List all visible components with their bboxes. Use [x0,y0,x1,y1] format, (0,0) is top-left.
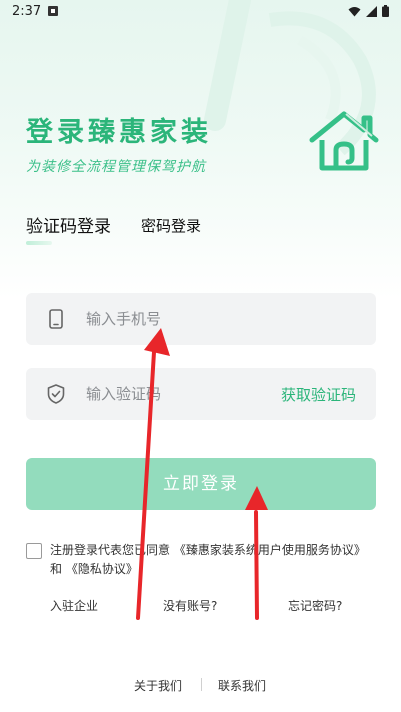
status-time: 2:37 [12,4,42,19]
phone-field[interactable] [26,293,376,345]
user-agreement-link[interactable]: 《臻惠家装系统用户使用服务协议》 [174,543,366,557]
privacy-policy-link[interactable]: 《隐私协议》 [66,562,138,576]
phone-input[interactable] [86,293,356,345]
about-link[interactable]: 关于我们 [134,677,182,694]
login-button[interactable]: 立即登录 [26,458,376,510]
login-screen: 2:37 登录臻惠家装 为装修全流程管理保驾护航 验证码登录 密码登录 输入手机… [0,0,401,712]
status-bar: 2:37 [0,0,401,24]
wifi-icon [348,6,361,16]
agreement-text: 注册登录代表您已同意 《臻惠家装系统用户使用服务协议》 和 《隐私协议》 [50,541,370,579]
battery-icon [382,5,389,17]
page-subtitle: 为装修全流程管理保驾护航 [26,159,206,175]
signal-icon [366,5,377,17]
tab-sms-login[interactable]: 验证码登录 [26,212,111,237]
page-title: 登录臻惠家装 [26,117,212,148]
footer-divider [201,678,202,691]
agreement-prefix: 注册登录代表您已同意 [50,543,171,557]
phone-icon [49,309,63,329]
code-field[interactable]: 获取验证码 [26,368,376,420]
agreement-and: 和 [50,562,63,576]
code-input[interactable] [86,368,266,420]
checkbox-icon[interactable] [26,543,42,559]
enterprise-link[interactable]: 入驻企业 [50,597,98,614]
tab-password-login[interactable]: 密码登录 [141,215,201,236]
forgot-password-link[interactable]: 忘记密码? [288,597,342,614]
notification-icon [48,6,58,16]
no-account-link[interactable]: 没有账号? [163,597,217,614]
get-code-button[interactable]: 获取验证码 [281,384,356,405]
house-logo-icon [309,111,379,171]
tab-indicator [26,241,52,245]
contact-link[interactable]: 联系我们 [218,677,266,694]
shield-check-icon [47,384,65,404]
